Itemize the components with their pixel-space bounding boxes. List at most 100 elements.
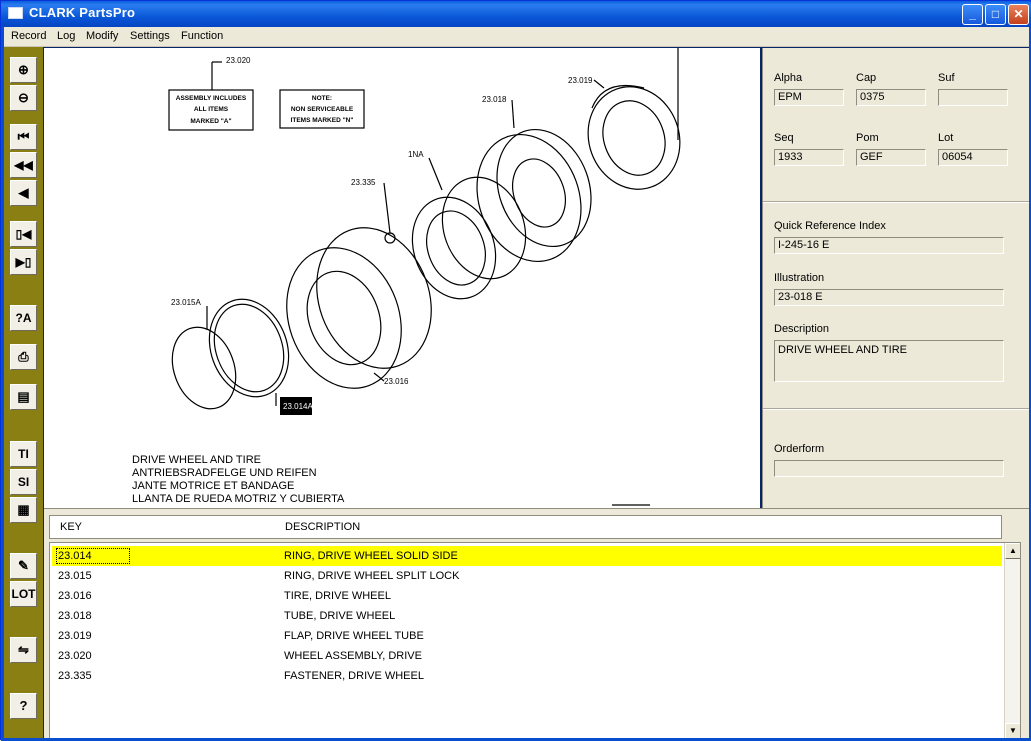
part-description: TIRE, DRIVE WHEEL [284,590,391,602]
si-button[interactable]: SI [10,469,37,495]
description-column-header[interactable]: DESCRIPTION [285,521,360,533]
clipboard-button[interactable]: ▦ [10,497,37,523]
callout-label: 23.015A [171,298,201,307]
maximize-button[interactable]: □ [985,4,1006,25]
help-lookup-button[interactable]: ?A [10,305,37,331]
parts-list[interactable]: 23.014 RING, DRIVE WHEEL SOLID SIDE 23.0… [49,542,1021,740]
page-back-button[interactable]: ▯◀ [10,221,37,247]
clipboard-icon: ▦ [17,502,30,517]
pom-label: Pom [856,132,879,144]
seq-field[interactable]: 1933 [774,149,844,166]
part-key: 23.020 [58,650,92,662]
print-button[interactable]: ⎙ [10,344,37,370]
caption-line: ANTRIEBSRADFELGE UND REIFEN [132,467,317,479]
rewind-icon: ◀◀ [14,158,33,172]
menu-log[interactable]: Log [57,30,75,42]
caption-line: LLANTA DE RUEDA MOTRIZ Y CUBIERTA [132,493,345,505]
note-line: NOTE: [312,95,332,102]
description-label: Description [774,323,830,335]
lot-field[interactable]: 06054 [938,149,1008,166]
note-line: ITEMS MARKED "N" [291,117,354,124]
document-compare-icon: ⇋ [18,642,29,657]
part-key: 23.018 [58,610,92,622]
callout-label: 23.018 [482,95,507,104]
caption-line: JANTE MOTRICE ET BANDAGE [132,480,295,492]
part-key: 23.016 [58,590,92,602]
suf-field[interactable] [938,89,1008,106]
note-line: MARKED "A" [190,118,231,125]
table-row[interactable]: 23.335 FASTENER, DRIVE WHEEL [52,666,1002,686]
alpha-label: Alpha [774,72,803,84]
table-row[interactable]: 23.015 RING, DRIVE WHEEL SPLIT LOCK [52,566,1002,586]
edit-note-button[interactable]: ✎ [10,553,37,579]
divider [763,201,1029,203]
side-toolbar: ⊕ ⊖ ⏮ ◀◀ ◀ ▯◀ ▶▯ ?A ⎙ ▤ TI SI ▦ ✎ LOT ⇋ … [4,47,43,739]
app-window: CLARK PartsPro _ □ ✕ Record Log Modify S… [0,0,1031,741]
callout-label: 23.335 [351,178,376,187]
table-row[interactable]: 23.014 RING, DRIVE WHEEL SOLID SIDE [52,546,1002,566]
qri-label: Quick Reference Index [774,220,886,232]
help-lookup-icon: ?A [15,311,32,325]
close-button[interactable]: ✕ [1008,4,1029,25]
lot-label: LOT [11,587,36,601]
menu-record[interactable]: Record [11,30,46,42]
zoom-in-button[interactable]: ⊕ [10,57,37,83]
ti-button[interactable]: TI [10,441,37,467]
title-bar[interactable]: CLARK PartsPro _ □ ✕ [1,1,1031,27]
exploded-wheel-drawing: 23.020 23.019 23.018 1NA 23.335 23.015A … [168,48,681,506]
callout-label-highlight: 23.014A [283,402,313,411]
lot-button[interactable]: LOT [10,581,37,607]
alpha-field[interactable]: EPM [774,89,844,106]
key-column-header[interactable]: KEY [60,521,82,533]
callout-label: 23.019 [568,76,593,85]
document-compare-button[interactable]: ⇋ [10,637,37,663]
parts-list-panel: KEY DESCRIPTION 23.014 RING, DRIVE WHEEL… [44,508,1029,740]
info-panel: Alpha EPM Cap 0375 Suf Seq 1933 Pom GEF … [762,48,1029,508]
cap-field[interactable]: 0375 [856,89,926,106]
previous-button[interactable]: ◀ [10,180,37,206]
table-row[interactable]: 23.020 WHEEL ASSEMBLY, DRIVE [52,646,1002,666]
zoom-out-button[interactable]: ⊖ [10,85,37,111]
orderform-field[interactable] [774,460,1004,477]
qri-field[interactable]: I-245-16 E [774,237,1004,254]
previous-icon: ◀ [18,185,29,200]
vertical-scrollbar[interactable]: ▲ ▼ [1004,543,1020,739]
table-row[interactable]: 23.016 TIRE, DRIVE WHEEL [52,586,1002,606]
part-description: WHEEL ASSEMBLY, DRIVE [284,650,422,662]
rewind-button[interactable]: ◀◀ [10,152,37,178]
menu-function[interactable]: Function [181,30,223,42]
app-icon [8,7,23,19]
part-key: 23.014 [56,548,130,564]
suf-label: Suf [938,72,955,84]
table-row[interactable]: 23.018 TUBE, DRIVE WHEEL [52,606,1002,626]
zoom-out-icon: ⊖ [18,90,29,105]
part-description: RING, DRIVE WHEEL SPLIT LOCK [284,570,460,582]
menu-modify[interactable]: Modify [86,30,118,42]
table-row[interactable]: 23.019 FLAP, DRIVE WHEEL TUBE [52,626,1002,646]
part-description: RING, DRIVE WHEEL SOLID SIDE [284,550,458,562]
help-button[interactable]: ? [10,693,37,719]
page-forward-button[interactable]: ▶▯ [10,249,37,275]
pom-field[interactable]: GEF [856,149,926,166]
illustration-field[interactable]: 23-018 E [774,289,1004,306]
print-icon: ⎙ [18,349,29,364]
part-description: FASTENER, DRIVE WHEEL [284,670,424,682]
callout-label: 23.020 [226,56,251,65]
note-line: ASSEMBLY INCLUDES [176,95,247,102]
scroll-up-button[interactable]: ▲ [1005,543,1020,559]
si-label: SI [17,475,30,489]
cap-label: Cap [856,72,877,84]
first-record-button[interactable]: ⏮ [10,124,37,150]
part-key: 23.015 [58,570,92,582]
save-button[interactable]: ▤ [10,384,37,410]
page-forward-icon: ▶▯ [15,255,32,269]
lot-label: Lot [938,132,954,144]
callout-label: 1NA [408,150,424,159]
edit-note-icon: ✎ [18,558,29,573]
minimize-button[interactable]: _ [962,4,983,25]
caption-line: DRIVE WHEEL AND TIRE [132,454,261,466]
parts-illustration[interactable]: 23.020 23.019 23.018 1NA 23.335 23.015A … [44,48,760,508]
scroll-down-button[interactable]: ▼ [1005,723,1020,739]
description-field[interactable]: DRIVE WHEEL AND TIRE [774,340,1004,382]
menu-settings[interactable]: Settings [130,30,170,42]
